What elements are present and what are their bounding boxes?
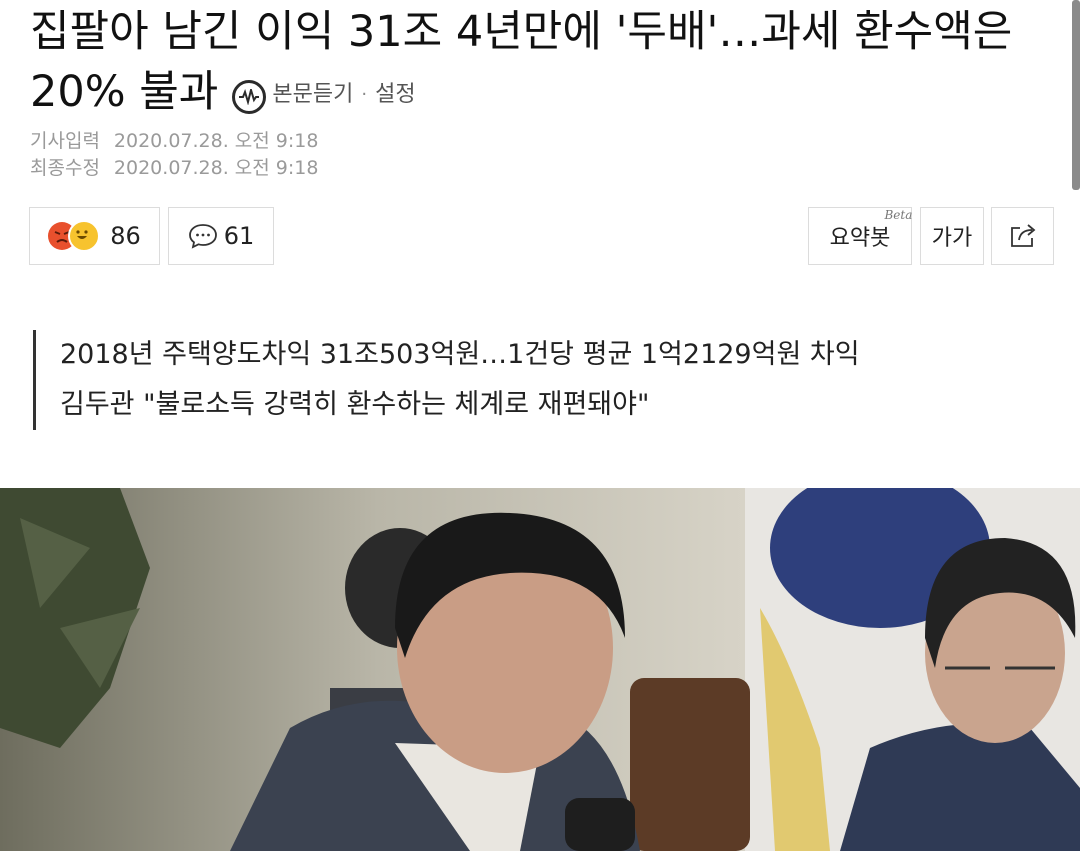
published-row: 기사입력 2020.07.28. 오전 9:18 [30, 128, 318, 155]
article-title: 집팔아 남긴 이익 31조 4년만에 '두배'…과세 환수액은 20% 불과 [30, 7, 1013, 117]
beta-badge: Beta [884, 208, 913, 222]
summary-bot-button[interactable]: 요약봇 Beta [808, 207, 912, 265]
settings-button[interactable]: 설정 [375, 65, 415, 125]
share-button[interactable] [991, 207, 1054, 265]
published-date: 2020.07.28. 오전 9:18 [113, 130, 319, 152]
modified-date: 2020.07.28. 오전 9:18 [113, 157, 319, 179]
speech-bubble-icon [188, 222, 218, 250]
title-tools: 본문듣기 · 설정 [232, 65, 416, 125]
subtitle-line-2: 김두관 "불로소득 강력히 환수하는 체계로 재편돼야" [60, 389, 650, 420]
share-icon [1008, 222, 1038, 250]
reaction-button[interactable]: 86 [29, 207, 160, 265]
article-header: 집팔아 남긴 이익 31조 4년만에 '두배'…과세 환수액은 20% 불과 본… [30, 2, 1040, 125]
article-photo [0, 488, 1080, 851]
modified-row: 최종수정 2020.07.28. 오전 9:18 [30, 155, 318, 182]
happy-emoji-icon [68, 220, 101, 252]
font-size-label: 가가 [931, 226, 973, 251]
article-meta: 기사입력 2020.07.28. 오전 9:18 최종수정 2020.07.28. … [30, 128, 318, 182]
font-size-button[interactable]: 가가 [920, 207, 984, 265]
page-scrollbar[interactable] [1072, 0, 1080, 190]
comment-button[interactable]: 61 [168, 207, 274, 265]
comment-count: 61 [223, 222, 255, 250]
listen-icon[interactable] [232, 79, 267, 114]
subtitle-line-1: 2018년 주택양도차익 31조503억원…1건당 평균 1억2129억원 차익 [60, 339, 860, 370]
listen-button[interactable]: 본문듣기 [272, 65, 353, 125]
reaction-count: 86 [110, 222, 141, 250]
summary-bot-label: 요약봇 Beta [829, 208, 913, 252]
published-label: 기사입력 [30, 130, 100, 152]
summary-bot-text: 요약봇 [829, 226, 891, 251]
modified-label: 최종수정 [30, 157, 100, 179]
separator: · [361, 83, 368, 105]
article-subtitle: 2018년 주택양도차익 31조503억원…1건당 평균 1억2129억원 차익… [33, 330, 860, 430]
